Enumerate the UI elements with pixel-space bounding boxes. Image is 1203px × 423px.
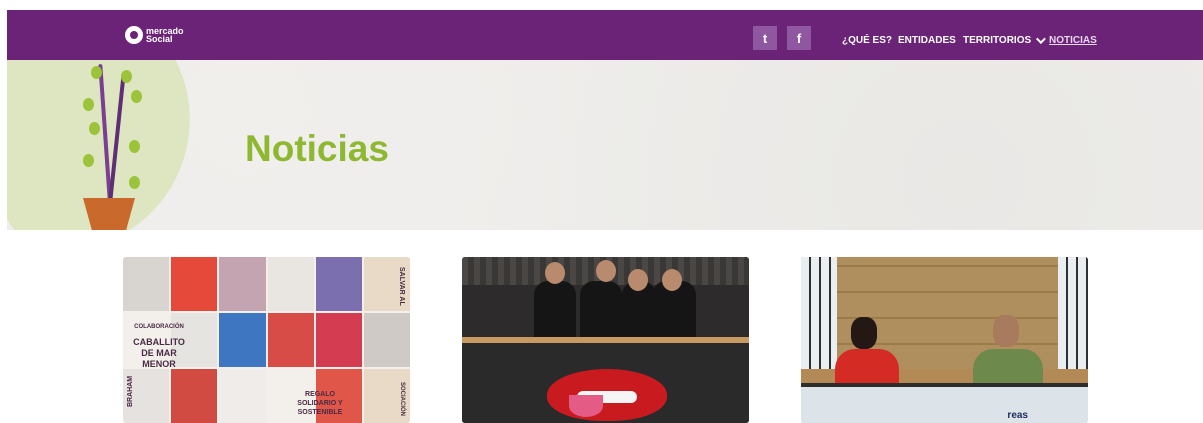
desk: [801, 383, 1088, 423]
plant-leaf: [91, 66, 102, 79]
desk-edge: [801, 383, 1088, 387]
person-head: [596, 260, 616, 282]
reas-logo: reas: [1007, 410, 1028, 421]
nav-territorios-label: TERRITORIOS: [963, 34, 1032, 46]
hero-banner: Noticias: [7, 60, 1203, 230]
page-title: Noticias: [245, 128, 389, 169]
card-tag: COLABORACIÓN: [134, 324, 184, 330]
logo-text-line2: Social: [146, 34, 173, 44]
lips-mural: [547, 369, 667, 421]
card-headline: CABALLITO DE MAR MENOR: [133, 337, 185, 369]
person-head: [993, 315, 1019, 347]
window: [1058, 257, 1088, 369]
facebook-icon: f: [796, 30, 802, 46]
nav-que-es[interactable]: ¿QUÉ ES?: [842, 32, 892, 48]
nav-entidades[interactable]: ENTIDADES: [898, 32, 956, 48]
logo-icon: [125, 26, 143, 44]
card-subtext: REGALO SOLIDARIO Y SOSTENIBLE: [297, 391, 343, 416]
mercado-social-logo[interactable]: mercado Social: [125, 22, 205, 48]
nav-noticias[interactable]: NOTICIAS: [1049, 32, 1097, 48]
news-card-1[interactable]: COLABORACIÓN CABALLITO DE MAR MENOR REGA…: [123, 257, 410, 423]
person-head: [662, 269, 682, 291]
facebook-button[interactable]: f: [787, 26, 811, 50]
twitter-icon: t: [762, 30, 768, 46]
plant-leaf: [83, 98, 94, 111]
plant-leaf: [121, 70, 132, 83]
plant-leaf: [131, 90, 142, 103]
twitter-button[interactable]: t: [753, 26, 777, 50]
person-head: [545, 262, 565, 284]
person-figure: [534, 281, 576, 343]
plant-pot: [83, 198, 135, 230]
chevron-down-icon: [1036, 33, 1047, 44]
person-head: [851, 317, 877, 349]
plant-leaf: [89, 122, 100, 135]
news-card-2[interactable]: [462, 257, 749, 423]
plant-leaf: [129, 140, 140, 153]
tongue: [569, 395, 603, 417]
nav-territorios[interactable]: TERRITORIOS: [963, 32, 1047, 48]
plant-leaf: [83, 154, 94, 167]
person-head: [628, 269, 648, 291]
plant-leaf: [129, 176, 140, 189]
window: [801, 257, 837, 369]
card-side-text: SOCIACIÓN: [399, 382, 405, 417]
card-side-text: BRAHAM: [127, 375, 134, 407]
person-figure: [580, 281, 622, 343]
top-navigation-bar: mercado Social t f ¿QUÉ ES? ENTIDADES TE…: [7, 10, 1203, 60]
card-side-text: SALVAR AL: [398, 267, 405, 306]
news-card-3[interactable]: reas: [801, 257, 1088, 423]
